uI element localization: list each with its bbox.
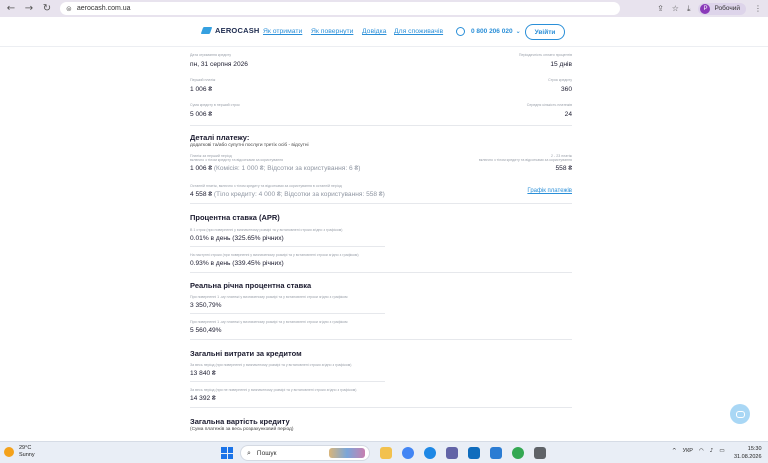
real-rate-title: Реальна річна процентна ставка — [190, 281, 312, 290]
chat-button[interactable] — [730, 404, 750, 424]
details-title: Деталі платежу: — [190, 133, 250, 142]
phone-number: 0 800 206 020 — [471, 28, 513, 35]
payment-period: Періодичність сплати процентів 15 днів — [518, 53, 572, 68]
total-costs-row-1: За весь період (при поверненні у визначе… — [190, 363, 352, 377]
logo[interactable]: AEROCASH — [200, 26, 260, 35]
search-icon: ⌕ — [247, 448, 251, 457]
chrome-icon[interactable] — [402, 447, 414, 459]
browser-toolbar: ← → ↻ ⊜ aerocash.com.ua ⇪ ☆ ⤓ Р Робочий … — [0, 0, 768, 17]
real-rate-row-1: При поверненні 1 -му платежі у визначено… — [190, 295, 348, 309]
divider — [190, 203, 572, 204]
avg-payments: Середня кількість платежів 24 — [526, 103, 572, 118]
search-placeholder: Пошук — [256, 449, 277, 457]
share-icon[interactable]: ⇪ — [657, 4, 664, 13]
last-payment: Останній платіж, включно з тілом кредиту… — [190, 184, 385, 198]
profile-name: Робочий — [714, 5, 740, 12]
divider — [190, 246, 385, 247]
address-bar[interactable]: ⊜ aerocash.com.ua — [60, 2, 620, 15]
details-subtitle: додаткові та/або супутні послуги третіх … — [190, 143, 309, 148]
language-indicator[interactable]: УКР — [683, 448, 693, 454]
settings-icon[interactable] — [534, 447, 546, 459]
login-button[interactable]: Увійти — [525, 24, 565, 40]
nav-help[interactable]: Довідка — [362, 28, 386, 35]
middle-payments: 2 - 23 платіж включно з тілом кредиту та… — [478, 154, 572, 172]
clock[interactable]: 15:30 31.08.2026 — [734, 445, 762, 461]
first-payment: Перший платіж 1 006 ₴ — [190, 78, 216, 93]
total-costs-title: Загальні витрати за кредитом — [190, 349, 302, 358]
divider — [190, 125, 572, 126]
clock-date: 31.08.2026 — [734, 454, 762, 460]
app-icon[interactable] — [490, 447, 502, 459]
nav-for-consumers[interactable]: Для споживачів — [394, 28, 443, 35]
site-info-icon[interactable]: ⊜ — [66, 5, 72, 13]
file-explorer-icon[interactable] — [380, 447, 392, 459]
volume-icon[interactable]: ♪ — [710, 448, 714, 454]
apr-title: Процентна ставка (APR) — [190, 213, 280, 222]
taskbar: 29°C Sunny ⌕ Пошук ^ УКР ◠ ♪ ▭ 15:30 31.… — [0, 441, 768, 463]
first-period-payment: Платіж за перший період включно з тілом … — [190, 154, 361, 172]
total-value-subtitle: (Сума платежів за весь розрахунковий пер… — [190, 427, 294, 432]
system-tray: ^ УКР ◠ ♪ ▭ — [672, 448, 725, 454]
clock-time: 15:30 — [747, 446, 762, 452]
weather-condition: Sunny — [19, 452, 35, 458]
total-costs-row-2: За весь період (при не поверненні у визн… — [190, 388, 357, 402]
menu-icon[interactable]: ⋮ — [754, 4, 762, 13]
total-value-title: Загальна вартість кредиту — [190, 417, 290, 426]
taskbar-search[interactable]: ⌕ Пошук — [240, 445, 370, 461]
divider — [190, 407, 572, 408]
download-icon[interactable]: ⤓ — [687, 4, 691, 14]
back-icon[interactable]: ← — [4, 2, 18, 16]
edge-icon[interactable] — [424, 447, 436, 459]
url-text: aerocash.com.ua — [76, 5, 131, 12]
divider — [190, 339, 572, 340]
site-header: AEROCASH Як отримати Як повернути Довідк… — [0, 17, 768, 47]
weather-temp: 29°C — [19, 445, 32, 451]
weather-widget[interactable]: 29°C Sunny — [4, 445, 35, 459]
search-highlight-image — [329, 448, 365, 458]
total-first-term: Сума кредиту в перший строк 5 006 ₴ — [190, 103, 240, 118]
nav-how-to-get[interactable]: Як отримати — [263, 28, 302, 35]
sun-icon — [4, 447, 14, 457]
chat-icon — [735, 410, 745, 418]
torrent-icon[interactable] — [512, 447, 524, 459]
loan-term: Строк кредиту 360 — [548, 78, 572, 93]
payment-schedule-link[interactable]: Графік платежів — [527, 188, 572, 194]
issue-date: Дата отримання кредиту пн, 31 серпня 202… — [190, 53, 248, 68]
wifi-icon[interactable]: ◠ — [699, 448, 704, 454]
logo-text: AEROCASH — [215, 26, 260, 35]
nav-how-to-repay[interactable]: Як повернути — [311, 28, 353, 35]
apr-first-term: В 1 строк (при поверненні у визначеному … — [190, 228, 343, 242]
outlook-icon[interactable] — [468, 447, 480, 459]
divider — [190, 313, 385, 314]
divider — [190, 272, 572, 273]
tray-chevron-icon[interactable]: ^ — [672, 448, 677, 454]
teams-icon[interactable] — [446, 447, 458, 459]
battery-icon[interactable]: ▭ — [719, 448, 724, 454]
phone-icon — [456, 27, 465, 36]
bookmark-star-icon[interactable]: ☆ — [672, 4, 679, 13]
chevron-down-icon: ⌄ — [515, 28, 521, 35]
windows-start-icon[interactable] — [221, 447, 233, 459]
phone-link[interactable]: 0 800 206 020 ⌄ — [456, 27, 521, 36]
real-rate-row-2: При поверненні 1 -му платежі у визначено… — [190, 320, 348, 334]
forward-icon[interactable]: → — [22, 2, 36, 16]
avatar: Р — [700, 3, 711, 14]
profile-button[interactable]: Р Робочий — [698, 2, 746, 15]
divider — [190, 381, 385, 382]
apr-next-terms: На наступні строки (при поверненні у виз… — [190, 253, 359, 267]
logo-icon — [200, 27, 213, 34]
reload-icon[interactable]: ↻ — [40, 2, 54, 16]
